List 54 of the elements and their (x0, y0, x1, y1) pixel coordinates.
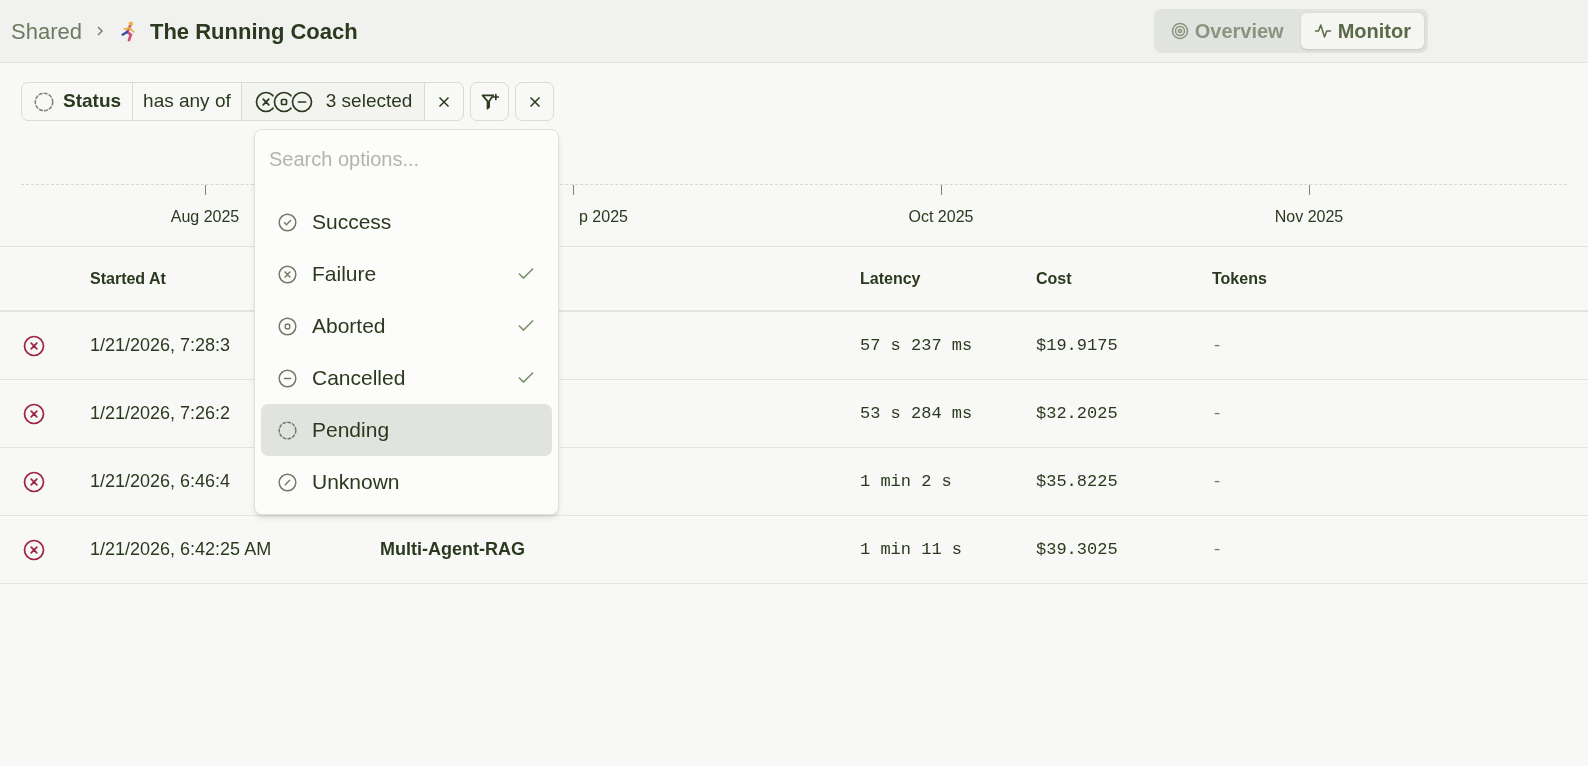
table-cell-text: - (1212, 334, 1224, 357)
table-cell-text: 1 min 2 s (860, 470, 953, 493)
table-cell: Multi-Agent-RAG (380, 539, 525, 559)
table-cell-text: 1/21/2026, 6:42:25 AM (90, 538, 272, 561)
pulse-icon (1313, 22, 1332, 40)
filter-operator[interactable]: has any of (132, 83, 241, 120)
breadcrumb-link[interactable]: Shared (11, 14, 82, 48)
failure-status-icon (22, 469, 46, 494)
dropdown-option[interactable]: Aborted (261, 300, 552, 352)
table-cell-text: 1/21/2026, 6:46:4 (90, 470, 231, 493)
clear-all-button[interactable] (515, 82, 555, 121)
table-cell-text: 1/21/2026, 7:28:3 (90, 334, 231, 357)
search-field[interactable]: Search options... (261, 130, 552, 188)
page-title: The Running Coach (149, 17, 358, 46)
dropdown-option[interactable]: Failure (261, 248, 552, 300)
unknown-status-icon (277, 471, 298, 493)
axis-label: Aug 2025 (170, 207, 240, 227)
table-cell-text: 1/21/2026, 7:26:2 (90, 402, 231, 425)
failure-status-icon (22, 537, 46, 562)
column-header[interactable]: Cost (1036, 266, 1212, 291)
table-cell-text: 53 s 284 ms (860, 402, 974, 425)
axis-label: Oct 2025 (908, 207, 974, 227)
filter-field[interactable]: Status (22, 83, 133, 120)
dropdown-option[interactable]: Pending (261, 404, 552, 456)
dropdown-option[interactable]: Cancelled (261, 352, 552, 404)
table-cell-text: $39.3025 (1036, 538, 1119, 561)
column-header[interactable]: Latency (860, 266, 1036, 291)
dropdown-option[interactable]: Unknown (261, 456, 552, 508)
table-cell-text: $32.2025 (1036, 402, 1119, 425)
table-cell-text: 57 s 237 ms (860, 334, 974, 357)
axis-label: Nov 2025 (1274, 207, 1344, 227)
table-cell-text: $35.8225 (1036, 470, 1119, 493)
dropdown-option[interactable]: Success (261, 196, 552, 248)
failure-status-icon (22, 333, 46, 358)
add-filter-button[interactable] (470, 82, 510, 121)
aborted-status-icon (277, 315, 298, 337)
filter-value[interactable]: 3 selected (240, 83, 425, 120)
table-cell-text: - (1212, 538, 1224, 561)
table-cell-text: $19.9175 (1036, 334, 1119, 357)
filter-plus-icon (479, 91, 500, 112)
cancelled-status-icon (277, 367, 298, 389)
cancelled-status-icon (289, 89, 314, 114)
column-header[interactable]: Tokens (1212, 266, 1588, 291)
success-status-icon (277, 211, 298, 233)
failure-status-icon (22, 401, 46, 426)
table-cell-text: 1 min 11 s (860, 538, 964, 561)
table-cell-text: - (1212, 402, 1224, 425)
axis-label: p 2025 (579, 207, 628, 227)
failure-status-icon (277, 263, 298, 285)
target-icon (1170, 22, 1189, 40)
table-cell-text: - (1212, 470, 1224, 493)
pending-status-icon (277, 419, 298, 441)
dashed-circle-icon (33, 90, 55, 113)
view-tab[interactable]: Monitor (1300, 13, 1424, 49)
